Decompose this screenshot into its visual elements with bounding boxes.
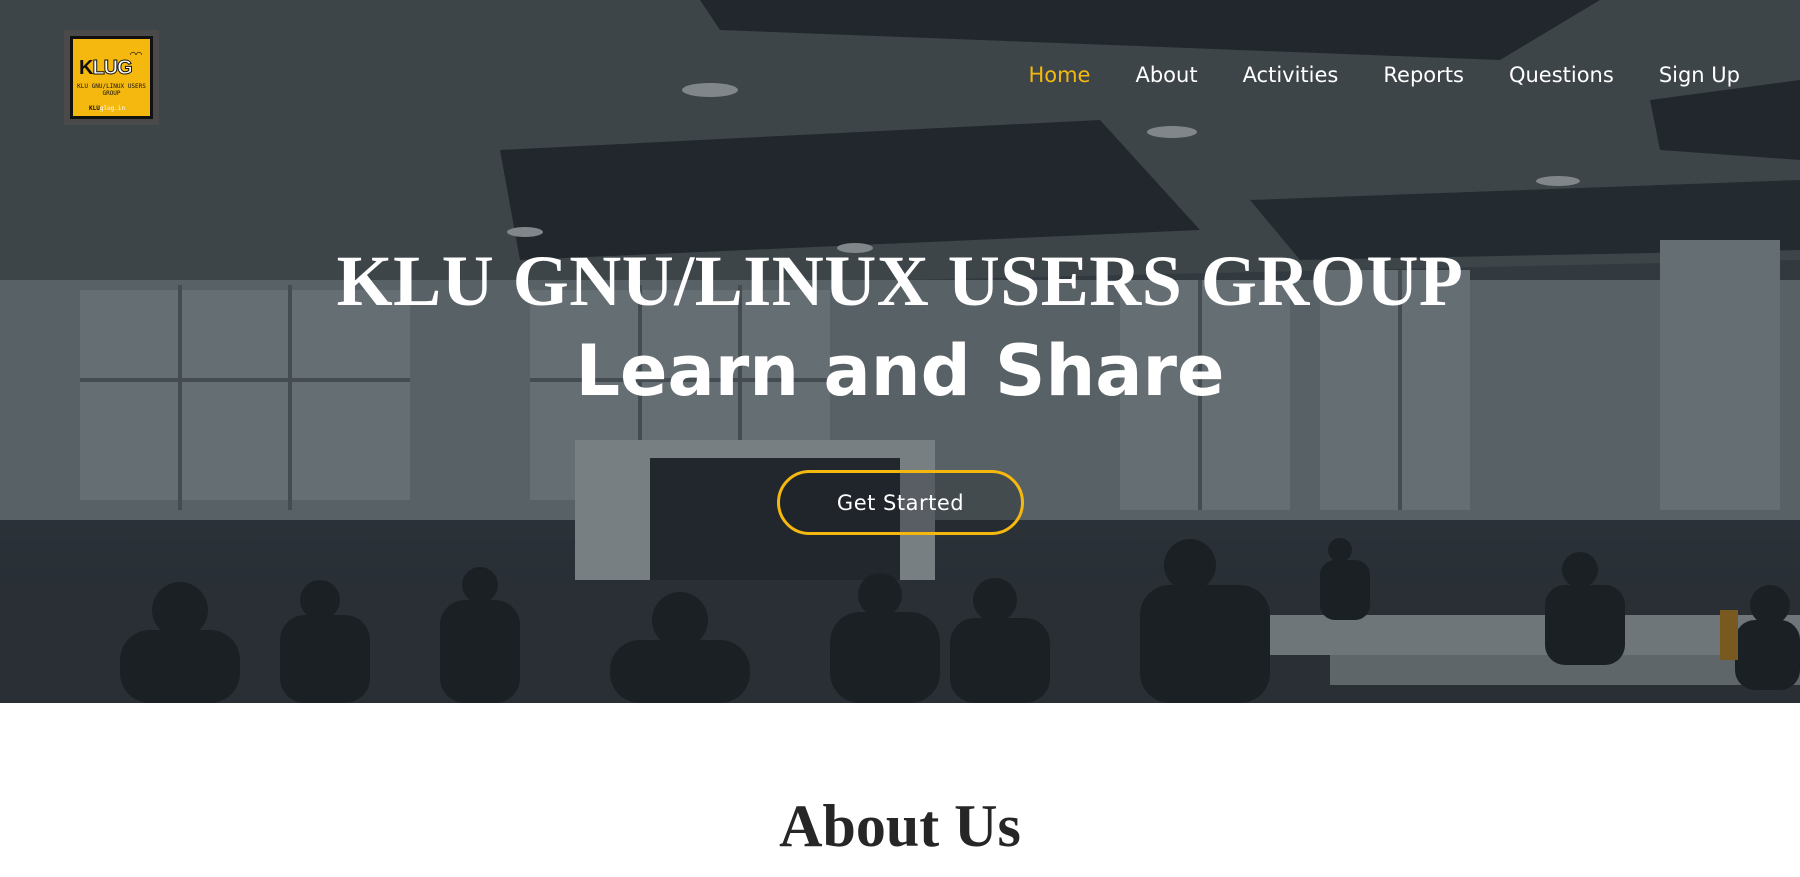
hero-title: KLU GNU/LINUX USERS GROUP: [336, 241, 1464, 321]
logo-url: KLUglug.in: [89, 105, 126, 112]
nav-reports[interactable]: Reports: [1383, 63, 1464, 87]
nav-home[interactable]: Home: [1028, 63, 1090, 87]
hero-subtitle: Learn and Share: [575, 330, 1225, 412]
nav-about[interactable]: About: [1135, 63, 1197, 87]
about-section-title: About Us: [779, 793, 1021, 859]
site-logo[interactable]: ⌒⌒ KLUG KLU GNU/LINUX USERS GROUP KLUglu…: [64, 30, 159, 125]
logo-mark: KLUG: [79, 57, 133, 80]
nav-sign-up[interactable]: Sign Up: [1659, 63, 1740, 87]
hero-section: ⌒⌒ KLUG KLU GNU/LINUX USERS GROUP KLUglu…: [0, 0, 1800, 703]
nav-activities[interactable]: Activities: [1243, 63, 1339, 87]
logo-badge: ⌒⌒ KLUG KLU GNU/LINUX USERS GROUP KLUglu…: [70, 36, 153, 119]
main-nav: Home About Activities Reports Questions …: [1028, 63, 1740, 87]
get-started-button[interactable]: Get Started: [777, 470, 1024, 535]
logo-subtitle: KLU GNU/LINUX USERS GROUP: [77, 83, 146, 97]
nav-questions[interactable]: Questions: [1509, 63, 1614, 87]
